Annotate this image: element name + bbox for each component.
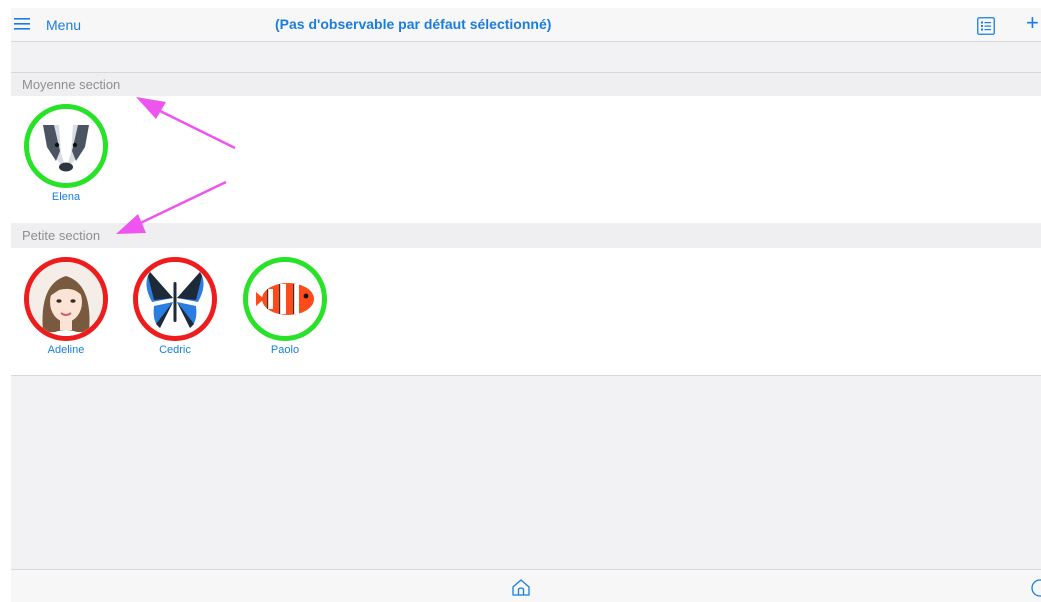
annotation-arrows — [116, 97, 236, 234]
annotation-arrow-icon — [136, 97, 236, 150]
annotation-arrow-icon — [116, 180, 227, 234]
